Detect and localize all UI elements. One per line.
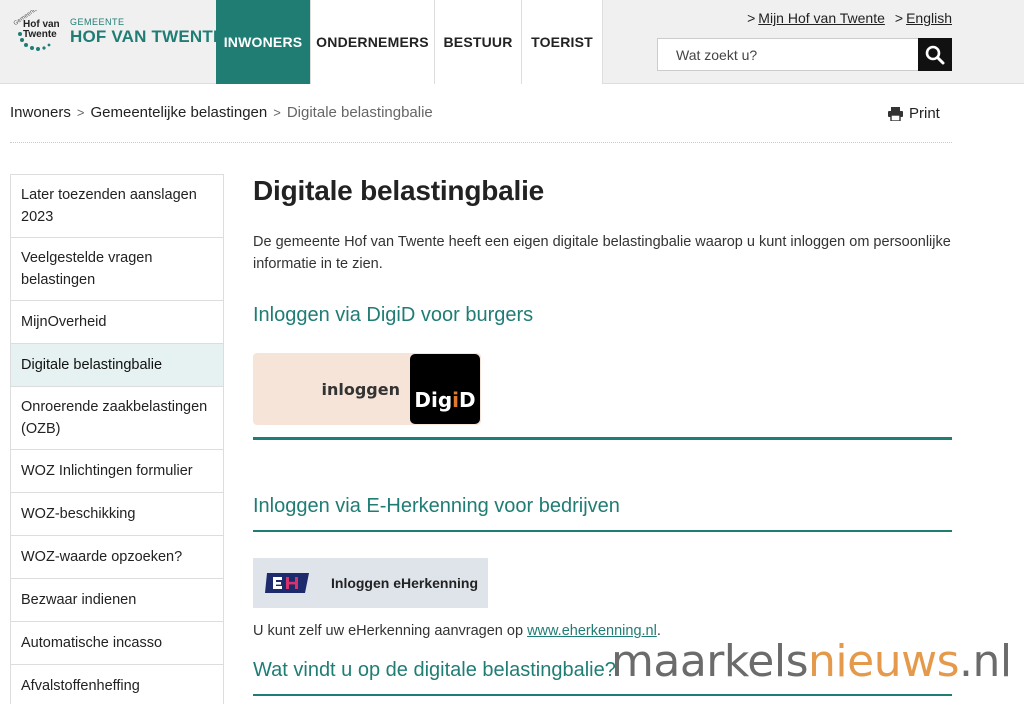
breadcrumb-inwoners[interactable]: Inwoners — [10, 104, 71, 121]
sidebar-item-later-toezenden[interactable]: Later toezenden aanslagen 2023 — [11, 175, 223, 238]
watermark-logo: maarkelsnieuws.nl — [611, 637, 1012, 687]
digid-login-label: inloggen — [321, 379, 401, 399]
intro-text: De gemeente Hof van Twente heeft een eig… — [253, 234, 951, 272]
printer-icon — [888, 106, 903, 121]
sidebar-item-mijnoverheid[interactable]: MijnOverheid — [11, 301, 223, 344]
watermark-part1: maarkels — [611, 636, 809, 687]
sidebar-item-afvalstoffenheffing[interactable]: Afvalstoffenheffing — [11, 665, 223, 704]
search-input[interactable] — [658, 39, 918, 70]
search-bar — [657, 38, 952, 71]
digid-logo-icon: Dig i D — [410, 354, 480, 424]
sidebar-item-digitale-belastingbalie[interactable]: Digitale belastingbalie — [11, 344, 223, 387]
section-divider — [253, 694, 952, 696]
site-logo[interactable]: Gemeente Hof van Twente GEMEENTE HOF VAN… — [10, 10, 225, 52]
logo-small: GEMEENTE — [70, 16, 125, 27]
digid-login-button[interactable]: inloggen Dig i D — [253, 353, 481, 425]
logo-text: GEMEENTE HOF VAN TWENTE — [70, 17, 225, 46]
eherkenning-heading: Inloggen via E-Herkenning voor bedrijven — [253, 495, 620, 517]
logo-mark: Gemeente Hof van Twente — [10, 10, 68, 52]
site-header: Gemeente Hof van Twente GEMEENTE HOF VAN… — [0, 0, 1024, 84]
breadcrumb: Inwoners > Gemeentelijke belastingen > D… — [10, 104, 433, 121]
sidebar-item-woz-waarde[interactable]: WOZ-waarde opzoeken? — [11, 536, 223, 579]
toplink-english: > English — [895, 10, 952, 26]
digid-logo-d: D — [459, 388, 476, 412]
digid-logo-i: i — [452, 388, 460, 412]
nav-item-toerist[interactable]: TOERIST — [522, 0, 603, 84]
logo-big: HOF VAN TWENTE — [70, 26, 225, 46]
page-title: Digitale belastingbalie — [253, 175, 545, 206]
watermark-part3: .nl — [959, 636, 1012, 687]
breadcrumb-divider — [10, 142, 952, 143]
search-icon — [925, 45, 945, 64]
toplink-mijn: > Mijn Hof van Twente — [747, 10, 885, 26]
eherkenning-login-label: Inloggen eHerkenning — [331, 575, 479, 591]
logo-mark-text: Hof van Twente — [23, 20, 60, 40]
sidebar-item-ozb[interactable]: Onroerende zaakbelastingen (OZB) — [11, 387, 223, 450]
sidebar-nav: Later toezenden aanslagen 2023 Veelgeste… — [10, 174, 224, 704]
eherkenning-login-button[interactable]: Inloggen eHerkenning — [253, 558, 488, 608]
nav-item-bestuur[interactable]: BESTUUR — [435, 0, 522, 84]
mijn-link[interactable]: Mijn Hof van Twente — [758, 10, 885, 26]
chevron-right-icon: > — [273, 105, 281, 120]
top-links: > Mijn Hof van Twente > English — [747, 10, 952, 26]
sidebar-item-woz-inlichtingen[interactable]: WOZ Inlichtingen formulier — [11, 450, 223, 493]
chevron-right-icon: > — [747, 10, 756, 26]
main-content: Digitale belastingbalie De gemeente Hof … — [253, 172, 952, 696]
print-button[interactable]: Print — [888, 105, 940, 122]
print-label: Print — [909, 105, 940, 122]
digid-logo-a: Dig — [414, 388, 453, 412]
logo-mark-line2: Twente — [23, 29, 57, 40]
eherkenning-logo-icon — [265, 573, 309, 593]
watermark-part2: nieuws — [808, 636, 959, 687]
main-nav: INWONERS ONDERNEMERS BESTUUR TOERIST — [216, 0, 603, 84]
breadcrumb-current: Digitale belastingbalie — [286, 104, 433, 121]
section-divider — [253, 437, 952, 440]
english-link[interactable]: English — [906, 10, 952, 26]
sidebar-item-bezwaar[interactable]: Bezwaar indienen — [11, 579, 223, 622]
sidebar-item-incasso[interactable]: Automatische incasso — [11, 622, 223, 665]
chevron-right-icon: > — [76, 105, 85, 120]
nav-item-ondernemers[interactable]: ONDERNEMERS — [311, 0, 435, 84]
eherkenning-note-text: U kunt zelf uw eHerkenning aanvragen op — [253, 623, 528, 639]
sidebar-item-veelgestelde-vragen[interactable]: Veelgestelde vragen belastingen — [11, 238, 223, 301]
section-divider — [253, 530, 952, 532]
digid-heading: Inloggen via DigiD voor burgers — [253, 304, 534, 326]
search-button[interactable] — [918, 38, 952, 71]
breadcrumb-belastingen[interactable]: Gemeentelijke belastingen — [90, 104, 267, 121]
nav-item-inwoners[interactable]: INWONERS — [216, 0, 311, 84]
chevron-right-icon: > — [894, 10, 904, 26]
sidebar-item-woz-beschikking[interactable]: WOZ-beschikking — [11, 493, 223, 536]
